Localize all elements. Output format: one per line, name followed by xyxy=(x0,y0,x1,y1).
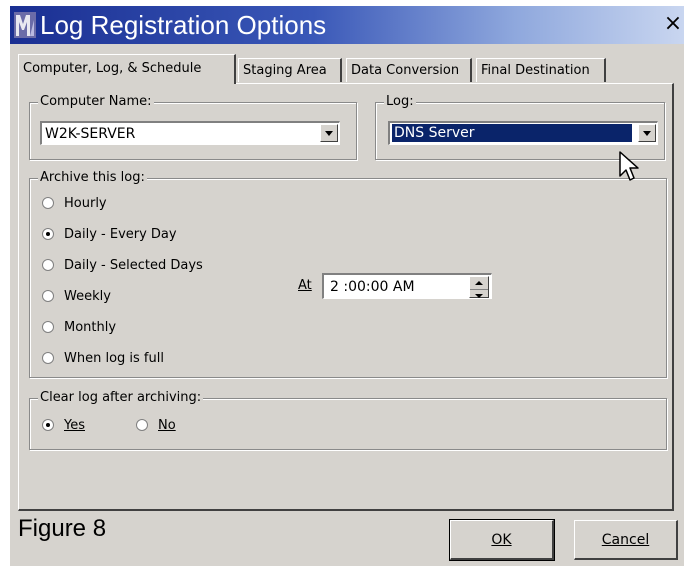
log-dropdown[interactable]: DNS Server xyxy=(388,121,658,145)
archive-label: Archive this log: xyxy=(38,170,147,186)
mouse-pointer-icon xyxy=(619,151,639,181)
cancel-button[interactable]: Cancel xyxy=(574,520,678,560)
radio-label: Hourly xyxy=(64,196,107,211)
radio-button[interactable] xyxy=(42,352,54,364)
radio-label: Monthly xyxy=(64,320,117,335)
tab-computer-log-schedule[interactable]: Computer, Log, & Schedule xyxy=(18,54,236,84)
figure-caption: Figure 8 xyxy=(18,515,107,542)
log-label: Log: xyxy=(384,94,416,110)
clear-log-group: Clear log after archiving: Yes No xyxy=(29,390,667,450)
radio-button[interactable] xyxy=(42,197,54,209)
dialog-window: Log Registration Options × Computer, Log… xyxy=(10,6,684,566)
radio-daily-every-day[interactable]: Daily - Every Day xyxy=(42,226,222,246)
tab-label: Final Destination xyxy=(481,63,590,78)
radio-clear-yes[interactable]: Yes xyxy=(42,417,122,437)
title-bar[interactable]: Log Registration Options × xyxy=(10,6,684,44)
tab-data-conversion[interactable]: Data Conversion xyxy=(346,58,472,82)
time-spinner[interactable] xyxy=(469,276,489,298)
tab-strip: Computer, Log, & Schedule Staging Area D… xyxy=(18,54,638,84)
ok-label: OK xyxy=(491,532,512,548)
clear-log-label: Clear log after archiving: xyxy=(38,390,204,406)
radio-hourly[interactable]: Hourly xyxy=(42,195,202,215)
window-title: Log Registration Options xyxy=(40,10,327,40)
tab-label: Data Conversion xyxy=(351,63,460,78)
radio-label: No xyxy=(158,418,176,433)
radio-daily-selected-days[interactable]: Daily - Selected Days xyxy=(42,257,242,277)
tab-label: Staging Area xyxy=(243,63,327,78)
radio-clear-no[interactable]: No xyxy=(136,417,216,437)
computer-name-label: Computer Name: xyxy=(38,94,154,110)
radio-button[interactable] xyxy=(42,259,54,271)
cancel-label: Cancel xyxy=(601,532,650,548)
radio-when-log-full[interactable]: When log is full xyxy=(42,350,222,370)
radio-label: Daily - Selected Days xyxy=(64,258,203,273)
radio-button[interactable] xyxy=(42,321,54,333)
radio-button[interactable] xyxy=(42,228,54,240)
radio-monthly[interactable]: Monthly xyxy=(42,319,202,339)
radio-button[interactable] xyxy=(136,419,148,431)
archive-time-input[interactable]: 2 :00:00 AM xyxy=(322,273,492,299)
close-icon[interactable]: × xyxy=(662,12,684,36)
tab-staging-area[interactable]: Staging Area xyxy=(238,58,342,82)
spin-down-icon[interactable] xyxy=(475,294,483,298)
radio-label: When log is full xyxy=(64,351,164,366)
spin-up-icon[interactable] xyxy=(475,281,483,285)
radio-label: Yes xyxy=(64,418,85,433)
ok-button[interactable]: OK xyxy=(449,519,555,561)
tab-panel: Computer Name: W2K-SERVER Log: DNS Serve… xyxy=(18,83,674,511)
tab-final-destination[interactable]: Final Destination xyxy=(476,58,606,82)
archive-group: Archive this log: Hourly Daily - Every D… xyxy=(29,170,667,378)
log-app-icon xyxy=(14,12,36,38)
radio-weekly[interactable]: Weekly xyxy=(42,288,202,308)
chevron-down-icon[interactable] xyxy=(638,124,656,142)
computer-name-group: Computer Name: W2K-SERVER xyxy=(29,94,357,160)
spinner-divider xyxy=(470,289,488,290)
radio-button[interactable] xyxy=(42,419,54,431)
archive-time-value: 2 :00:00 AM xyxy=(330,279,415,295)
tab-label: Computer, Log, & Schedule xyxy=(23,61,202,76)
computer-name-dropdown[interactable]: W2K-SERVER xyxy=(40,121,340,145)
radio-label: Daily - Every Day xyxy=(64,227,177,242)
radio-button[interactable] xyxy=(42,290,54,302)
log-value: DNS Server xyxy=(392,124,632,142)
radio-label: Weekly xyxy=(64,289,111,304)
at-label: At xyxy=(298,278,312,293)
computer-name-value: W2K-SERVER xyxy=(45,126,136,142)
chevron-down-icon[interactable] xyxy=(320,124,338,142)
